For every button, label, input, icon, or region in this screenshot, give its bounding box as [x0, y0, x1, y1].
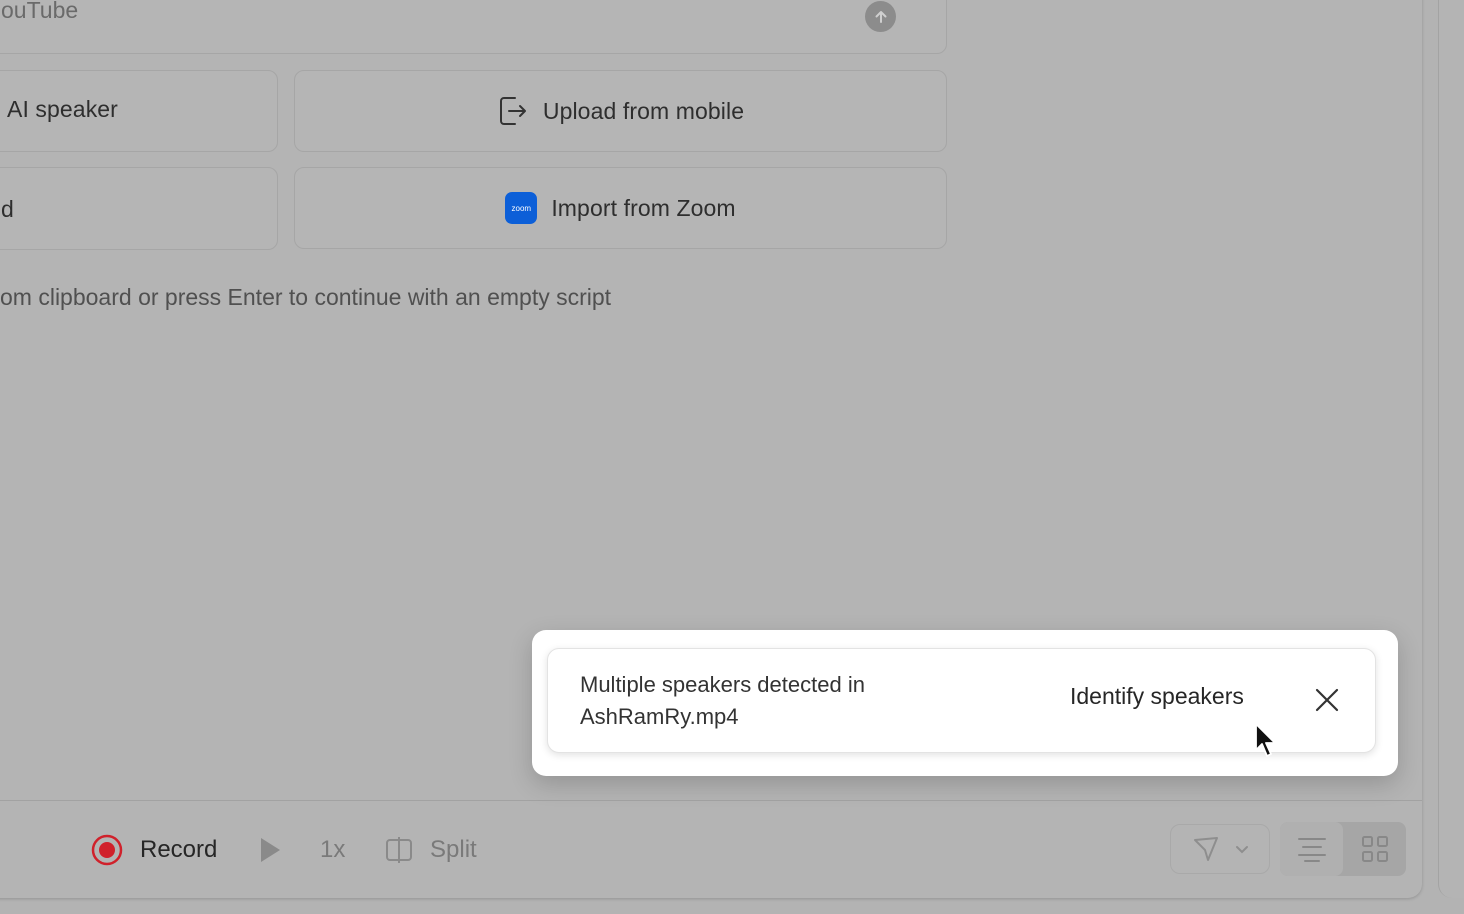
- ai-speaker-button[interactable]: AI speaker: [0, 70, 278, 152]
- upload-from-mobile-label: Upload from mobile: [542, 97, 745, 124]
- zoom-logo-icon: zoom: [505, 192, 538, 224]
- grid-view-button[interactable]: [1343, 822, 1406, 876]
- upload-mobile-icon: [499, 97, 526, 125]
- split-icon: [386, 837, 412, 863]
- select-tool-dropdown[interactable]: [1170, 824, 1270, 874]
- submit-link-button[interactable]: [865, 1, 896, 32]
- toast-card: Multiple speakers detected in AshRamRy.m…: [547, 648, 1376, 753]
- import-from-zoom-label: Import from Zoom: [551, 194, 736, 221]
- view-toggle: [1280, 822, 1406, 876]
- close-toast-button[interactable]: [1312, 685, 1342, 715]
- grid-view-icon: [1361, 836, 1388, 862]
- play-button[interactable]: [258, 830, 282, 870]
- play-icon: [261, 838, 280, 862]
- ai-speaker-label: AI speaker: [7, 96, 118, 122]
- record-icon: [91, 834, 123, 866]
- import-link-card[interactable]: ouTube: [0, 0, 947, 54]
- record-option-button[interactable]: d: [0, 167, 278, 250]
- playback-speed-button[interactable]: 1x: [320, 830, 345, 870]
- record-label: Record: [140, 836, 218, 863]
- import-from-zoom-button[interactable]: zoom Import from Zoom: [294, 167, 947, 249]
- toolbar-divider: [0, 800, 1422, 801]
- playback-speed-label: 1x: [320, 836, 346, 863]
- script-view-button[interactable]: [1280, 822, 1343, 876]
- chevron-down-icon: [1236, 846, 1248, 854]
- arrow-up-icon: [875, 10, 886, 23]
- mouse-pointer-icon: [1255, 723, 1276, 757]
- split-button[interactable]: Split: [384, 830, 477, 870]
- import-link-input[interactable]: ouTube: [1, 0, 78, 24]
- script-view-icon: [1297, 838, 1326, 862]
- record-option-label: d: [1, 196, 14, 222]
- record-button[interactable]: Record: [90, 830, 217, 870]
- empty-script-hint: om clipboard or press Enter to continue …: [0, 284, 612, 310]
- toast-message: Multiple speakers detected in AshRamRy.m…: [580, 672, 865, 729]
- side-panel-edge: [1438, 0, 1464, 898]
- identify-speakers-button[interactable]: Identify speakers: [1070, 683, 1244, 710]
- close-icon: [1315, 688, 1339, 712]
- upload-from-mobile-button[interactable]: Upload from mobile: [294, 70, 947, 152]
- split-label: Split: [430, 836, 477, 863]
- cursor-arrow-icon: [1194, 837, 1218, 861]
